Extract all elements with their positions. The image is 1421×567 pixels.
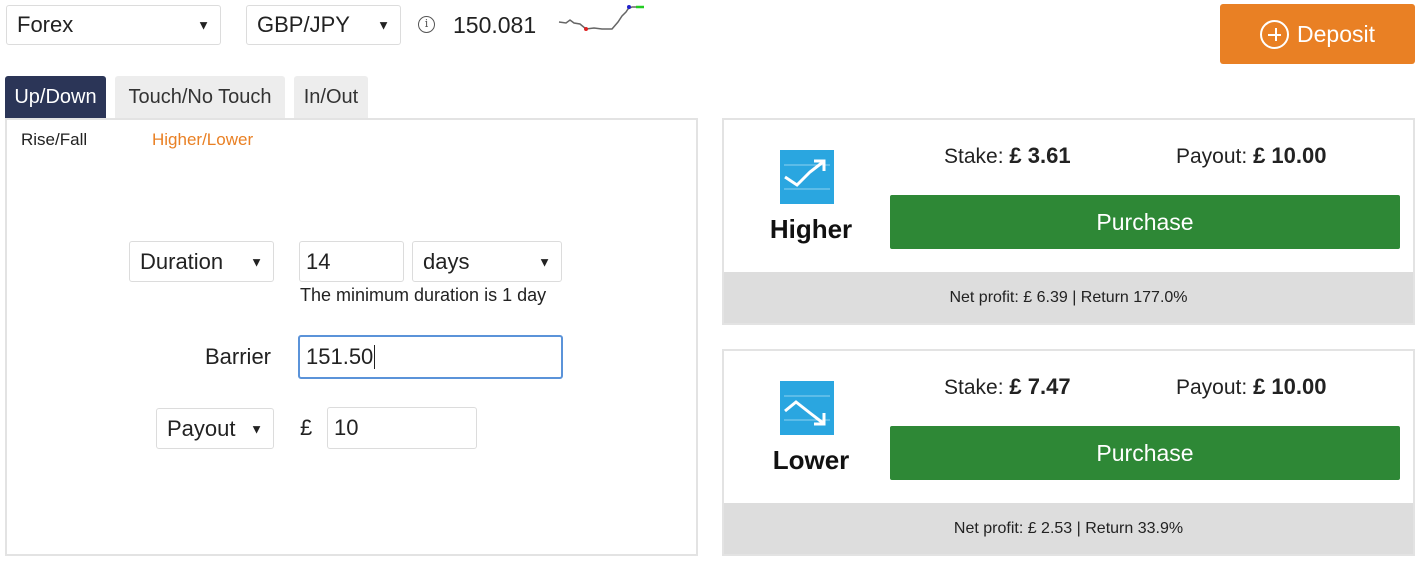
plus-circle-icon [1260,19,1289,49]
market-select-value: Forex [17,12,74,37]
lower-label: Lower [772,445,850,475]
spot-price: 150.081 [453,12,537,38]
lower-purchase-button[interactable]: Purchase [890,426,1400,480]
duration-unit-select[interactable]: days ▼ [412,241,562,282]
payout-value: £ 10.00 [1253,374,1327,399]
sparkline-low-marker [584,27,588,31]
duration-unit-value: days [423,248,470,274]
lower-payout: Payout: £ 10.00 [1176,374,1326,400]
chevron-down-icon: ▼ [250,421,263,436]
stake-value: £ 7.47 [1009,374,1071,399]
stake-value: £ 3.61 [1009,143,1071,168]
price-sparkline [558,5,644,31]
tab-in-out[interactable]: In/Out [294,76,368,118]
chevron-down-icon: ▼ [538,254,551,269]
barrier-input[interactable]: 151.50 [298,335,563,379]
lower-net-profit: Net profit: £ 2.53 | Return 33.9% [724,503,1413,554]
duration-type-value: Duration [140,248,224,274]
barrier-value-text: 151.50 [306,344,374,369]
stake-label: Stake: [944,145,1004,168]
higher-stake: Stake: £ 3.61 [944,143,1071,169]
duration-value-input[interactable]: 14 [299,241,404,282]
higher-payout: Payout: £ 10.00 [1176,143,1326,169]
subtab-rise-fall[interactable]: Rise/Fall [21,130,87,150]
currency-symbol: £ [300,415,313,440]
text-cursor [374,345,376,369]
chevron-down-icon: ▼ [250,254,263,269]
duration-type-select[interactable]: Duration ▼ [129,241,274,282]
info-icon[interactable]: i [418,16,435,33]
deposit-label: Deposit [1297,20,1375,47]
higher-label: Higher [769,214,853,244]
stake-label: Stake: [944,376,1004,399]
tab-touch-no-touch[interactable]: Touch/No Touch [115,76,285,118]
duration-value-text: 14 [306,248,331,274]
payout-label: Payout: [1176,145,1248,168]
symbol-select-value: GBP/JPY [257,12,350,37]
chevron-down-icon: ▼ [377,17,390,33]
amount-input[interactable]: 10 [327,407,477,449]
payout-label: Payout: [1176,376,1248,399]
symbol-select[interactable]: GBP/JPY ▼ [246,5,401,45]
payout-value: £ 10.00 [1253,143,1327,168]
chevron-down-icon: ▼ [197,17,210,33]
trend-down-icon [780,381,834,435]
lower-stake: Stake: £ 7.47 [944,374,1071,400]
amount-type-select[interactable]: Payout ▼ [156,408,274,449]
market-select[interactable]: Forex ▼ [6,5,221,45]
barrier-label: Barrier [205,344,272,369]
higher-net-profit: Net profit: £ 6.39 | Return 177.0% [724,272,1413,323]
higher-purchase-button[interactable]: Purchase [890,195,1400,249]
duration-hint: The minimum duration is 1 day [300,285,547,305]
subtab-higher-lower[interactable]: Higher/Lower [152,130,253,150]
tab-up-down[interactable]: Up/Down [5,76,106,118]
amount-type-value: Payout [167,415,236,441]
sparkline-high-marker [627,5,631,9]
deposit-button[interactable]: Deposit [1220,4,1415,64]
trend-up-icon [780,150,834,204]
amount-value-text: 10 [334,415,359,440]
